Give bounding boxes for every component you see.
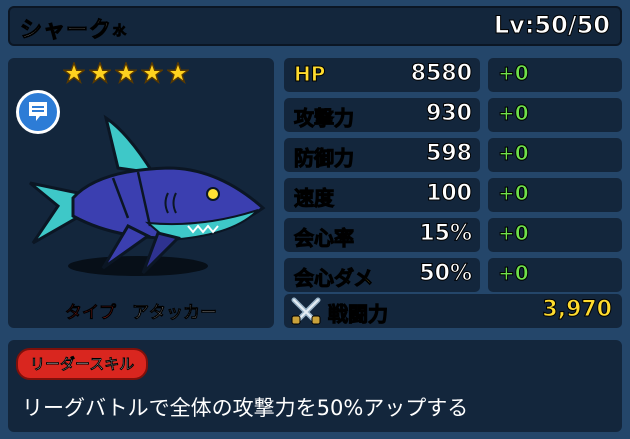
leader-skill-description: リーグバトルで全体の攻撃力を50%アップする: [22, 396, 469, 420]
stat-defense: 防御力 598: [284, 138, 480, 172]
stat-label: 速度: [294, 186, 335, 211]
star-icon: [115, 62, 137, 84]
stat-value: 100: [426, 181, 473, 207]
stat-value: 15%: [419, 221, 473, 247]
bonus-value: +0: [498, 61, 530, 86]
stat-attack: 攻撃力 930: [284, 98, 480, 132]
bonus-attack: +0: [488, 98, 622, 132]
leader-skill-panel: リーダースキル リーグバトルで全体の攻撃力を50%アップする: [8, 340, 622, 432]
combat-power-row: 戦闘力 3,970: [284, 294, 622, 328]
star-rating: [63, 62, 189, 84]
header-bar: シャーク水 Lv:50/50: [8, 6, 622, 46]
star-icon: [89, 62, 111, 84]
shark-character-image: [29, 114, 266, 276]
combat-power-label: 戦闘力: [328, 302, 389, 327]
bonus-value: +0: [498, 181, 530, 206]
stat-label: 攻撃力: [294, 106, 355, 131]
stats-screen: シャーク水 Lv:50/50 タイプ アタッカー HP 8580 +0 攻撃力 …: [0, 0, 630, 439]
stat-value: 930: [426, 101, 473, 127]
bonus-value: +0: [498, 141, 530, 166]
type-value: アタッカー: [131, 303, 218, 324]
stat-crit-rate: 会心率 15%: [284, 218, 480, 252]
stat-label: 会心率: [294, 226, 355, 251]
star-icon: [167, 62, 189, 84]
character-panel: タイプ アタッカー: [8, 58, 274, 328]
star-icon: [63, 62, 85, 84]
stat-label: 防御力: [294, 146, 355, 171]
bonus-hp: +0: [488, 58, 622, 92]
bonus-speed: +0: [488, 178, 622, 212]
name-text: シャーク: [19, 18, 113, 44]
stat-value: 598: [426, 141, 473, 167]
stat-crit-damage: 会心ダメ 50%: [284, 258, 480, 292]
stat-value: 8580: [410, 61, 472, 87]
stat-value: 50%: [419, 261, 473, 287]
crossed-swords-icon: [291, 297, 321, 325]
stat-label: HP: [293, 62, 326, 87]
element-text: 水: [113, 24, 128, 40]
bonus-value: +0: [498, 221, 530, 246]
bonus-value: +0: [498, 101, 530, 126]
bonus-crit-rate: +0: [488, 218, 622, 252]
star-icon: [141, 62, 163, 84]
bonus-defense: +0: [488, 138, 622, 172]
level-display: Lv:50/50: [493, 11, 610, 40]
bonus-crit-damage: +0: [488, 258, 622, 292]
combat-power-value: 3,970: [542, 297, 613, 323]
stat-hp: HP 8580: [284, 58, 480, 92]
character-name: シャーク水: [19, 12, 128, 44]
stat-speed: 速度 100: [284, 178, 480, 212]
type-label: タイプ: [65, 303, 117, 324]
leader-skill-badge: リーダースキル: [16, 348, 149, 380]
memo-button[interactable]: [16, 90, 60, 134]
memo-icon: [29, 102, 47, 121]
stat-label: 会心ダメ: [293, 266, 374, 291]
type-row: タイプ アタッカー: [8, 298, 274, 324]
bonus-value: +0: [498, 261, 530, 286]
